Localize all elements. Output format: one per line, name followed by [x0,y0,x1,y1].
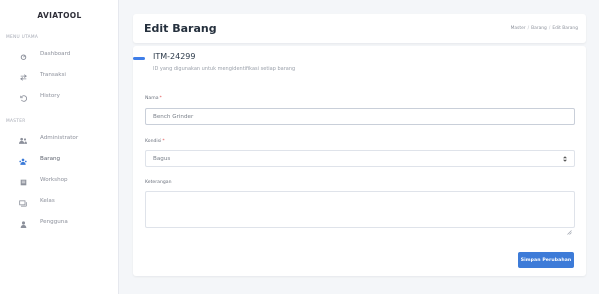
sidebar-item-label: Administrator [40,135,79,141]
app-root: AVIATOOL MENU UTAMA Dashboard Transaksi … [0,0,599,294]
users-icon [19,157,27,165]
breadcrumb-separator: / [527,26,530,31]
sidebar-item-kelas[interactable]: Kelas [0,194,119,212]
class-icon [19,199,27,207]
required-marker: * [162,139,165,144]
sidebar-item-history[interactable]: History [0,89,119,107]
sidebar-item-label: Dashboard [40,51,71,57]
breadcrumb-item-master[interactable]: Master [511,26,526,31]
sidebar-item-label: Barang [40,156,61,162]
sidebar-item-transaksi[interactable]: Transaksi [0,68,119,86]
sidebar: AVIATOOL MENU UTAMA Dashboard Transaksi … [0,0,119,294]
resize-handle-icon[interactable] [567,220,572,235]
workshop-icon [19,178,27,186]
transfer-icon [19,73,27,81]
history-icon [19,94,27,102]
condition-select[interactable]: Bagus [145,150,575,167]
name-input[interactable] [145,108,575,125]
admin-icon [19,136,27,144]
condition-field-label: Kondisi* [145,139,165,144]
brand-logo: AVIATOOL [37,11,82,20]
notes-textarea[interactable] [145,191,575,235]
sidebar-item-label: Kelas [40,198,55,204]
breadcrumb-separator: / [548,26,551,31]
section-master: MASTER [6,119,26,124]
item-id-marker [133,57,145,60]
sidebar-item-pengguna[interactable]: Pengguna [0,215,119,233]
name-field-label: Nama* [145,96,162,101]
sidebar-item-workshop[interactable]: Workshop [0,173,119,191]
dashboard-icon [19,52,27,60]
item-code-description: ID yang digunakan untuk mengidentifikasi… [153,66,296,72]
sidebar-item-label: Pengguna [40,219,68,225]
sidebar-item-label: History [40,93,60,99]
save-changes-button[interactable]: Simpan Perubahan [518,252,574,268]
sidebar-item-label: Workshop [40,177,68,183]
sidebar-item-label: Transaksi [40,72,66,78]
edit-form-card: ITM-24299 ID yang digunakan untuk mengid… [133,46,586,276]
sidebar-item-barang[interactable]: Barang [0,152,119,170]
breadcrumb-item-current: Edit Barang [552,26,578,31]
page-title: Edit Barang [144,22,217,35]
condition-selected-value: Bagus [153,155,171,162]
section-main-menu: MENU UTAMA [6,35,39,40]
name-label-text: Nama [145,96,159,101]
item-code: ITM-24299 [153,52,196,61]
sidebar-item-administrator[interactable]: Administrator [0,131,119,149]
notes-field-label: Keterangan [145,180,172,185]
breadcrumb: Master / Barang / Edit Barang [511,26,578,31]
required-marker: * [159,96,162,101]
user-icon [19,220,27,228]
breadcrumb-item-barang[interactable]: Barang [531,26,547,31]
page-header: Edit Barang Master / Barang / Edit Barang [133,14,586,43]
sidebar-item-dashboard[interactable]: Dashboard [0,47,119,65]
condition-label-text: Kondisi [145,139,162,144]
select-arrows-icon [563,155,567,162]
